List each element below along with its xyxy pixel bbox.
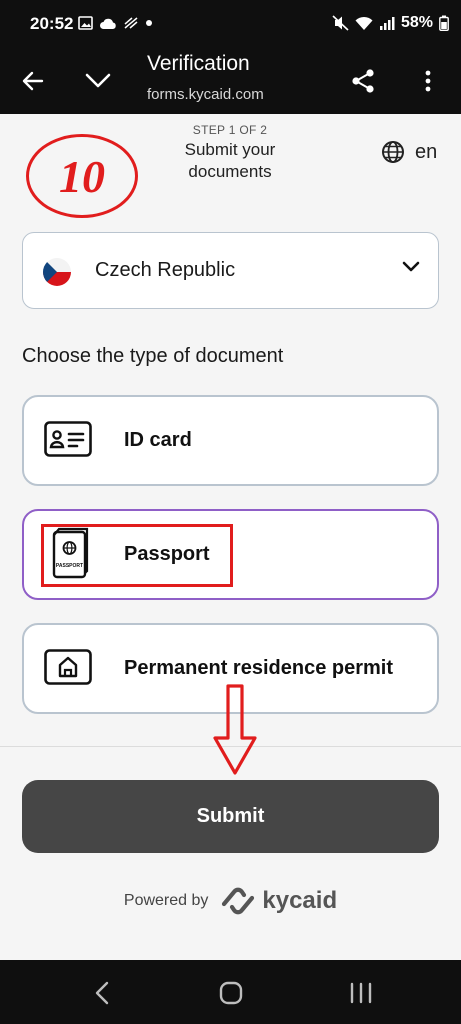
- back-arrow-icon: [22, 71, 44, 91]
- language-code: en: [415, 140, 438, 163]
- status-bar: 20:52 58%: [0, 0, 461, 50]
- gallery-icon: [78, 16, 93, 30]
- status-time: 20:52: [30, 14, 74, 33]
- powered-by: Powered by kycaid: [0, 886, 461, 916]
- signal-icon: [379, 16, 395, 30]
- chevron-down-icon: [85, 73, 111, 88]
- sync-icon: [124, 17, 138, 29]
- document-type-heading: Choose the type of document: [22, 345, 284, 367]
- collapse-button[interactable]: [81, 64, 115, 98]
- annotation-arrow-icon: [213, 684, 257, 775]
- share-icon: [352, 69, 374, 93]
- powered-by-label: Powered by: [123, 892, 209, 909]
- battery-icon: [439, 15, 449, 31]
- brand-name: kycaid: [262, 887, 338, 914]
- annotation-number: 10: [59, 150, 105, 202]
- more-vertical-icon: [425, 70, 431, 92]
- back-button[interactable]: [16, 64, 50, 98]
- submit-button[interactable]: Submit: [22, 780, 439, 853]
- nav-recents-icon: [350, 982, 372, 1004]
- country-select[interactable]: Czech Republic: [22, 232, 439, 309]
- wifi-icon: [355, 16, 373, 30]
- cloud-icon: [100, 18, 116, 29]
- nav-back-button[interactable]: [87, 978, 117, 1008]
- annotation-circle: 10: [26, 134, 138, 218]
- nav-home-icon: [219, 981, 243, 1005]
- kycaid-logo[interactable]: kycaid: [220, 886, 337, 916]
- verification-form: 10 STEP 1 OF 2 Submit your documents en …: [0, 114, 461, 960]
- step-indicator: STEP 1 OF 2: [192, 123, 268, 137]
- language-selector[interactable]: en: [381, 140, 437, 164]
- annotation-highlight-rect: [41, 524, 233, 587]
- document-option-id-card[interactable]: ID card: [22, 395, 439, 486]
- document-option-passport[interactable]: PASSPORT Passport: [22, 509, 439, 600]
- battery-percent: 58%: [400, 14, 433, 31]
- status-icons-right: 58%: [332, 14, 449, 32]
- dot-icon: [146, 20, 152, 26]
- nav-back-icon: [95, 981, 109, 1005]
- mute-icon: [332, 15, 349, 31]
- step-title: Submit your documents: [155, 139, 305, 183]
- globe-icon: [382, 141, 404, 163]
- czech-flag-icon: [43, 258, 71, 286]
- nav-recents-button[interactable]: [346, 978, 376, 1008]
- document-option-label: ID card: [124, 429, 192, 451]
- id-card-icon: [44, 421, 92, 457]
- page-url: forms.kycaid.com: [147, 86, 264, 103]
- step-title-line2: documents: [188, 162, 272, 181]
- step-title-line1: Submit your: [184, 140, 276, 159]
- residence-permit-icon: [44, 649, 92, 685]
- country-name: Czech Republic: [95, 259, 236, 281]
- system-navigation-bar: [0, 960, 461, 1024]
- kycaid-logo-icon: [222, 887, 255, 915]
- page-title: Verification: [147, 52, 250, 75]
- nav-home-button[interactable]: [216, 978, 246, 1008]
- more-options-button[interactable]: [411, 64, 445, 98]
- share-button[interactable]: [346, 64, 380, 98]
- chevron-down-icon: [402, 261, 420, 272]
- app-bar: Verification forms.kycaid.com: [0, 50, 461, 114]
- status-icons-left: [78, 16, 153, 30]
- document-option-label: Permanent residence permit: [124, 657, 393, 679]
